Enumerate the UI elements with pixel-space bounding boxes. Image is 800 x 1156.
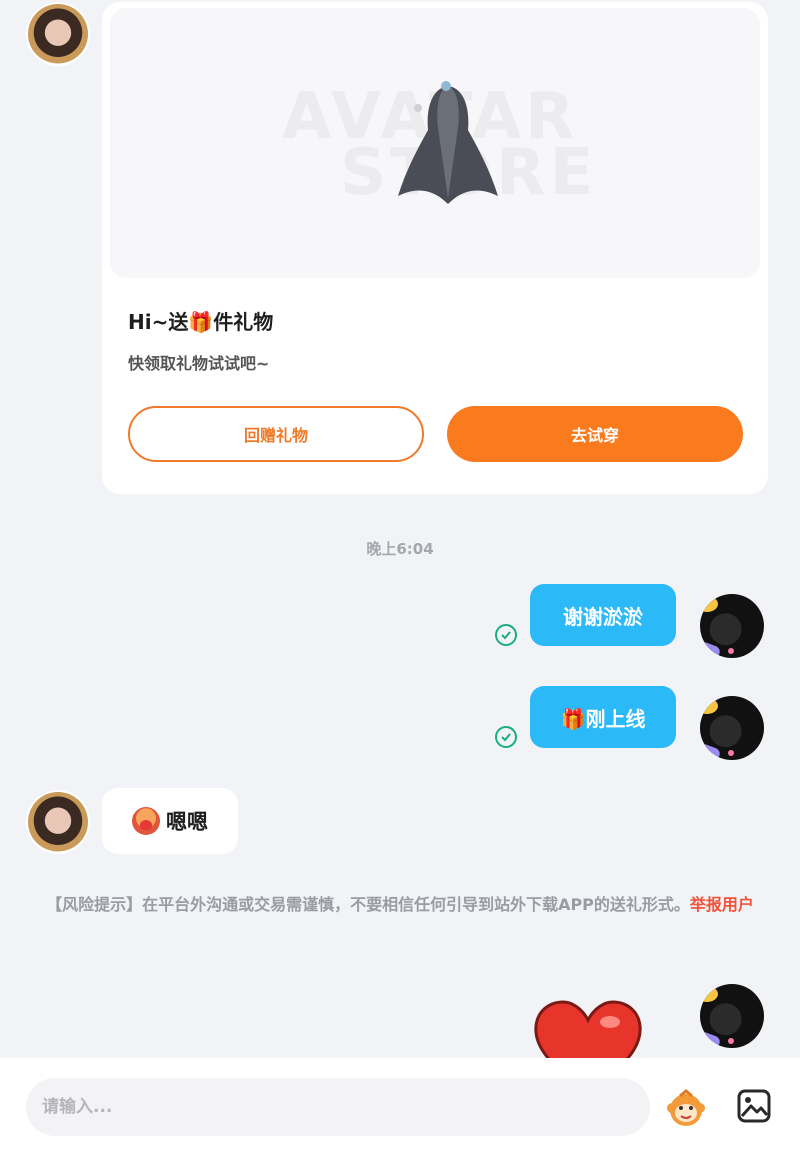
outgoing-message[interactable]: 谢谢淤淤 — [530, 584, 676, 646]
input-bar — [0, 1058, 800, 1156]
cloak-gift-image — [398, 81, 498, 204]
outgoing-message[interactable]: 🎁刚上线 — [530, 686, 676, 748]
report-user-link[interactable]: 举报用户 — [690, 895, 754, 914]
user-avatar[interactable] — [700, 696, 764, 760]
user-avatar[interactable] — [700, 594, 764, 658]
heart-sticker[interactable] — [530, 996, 646, 1066]
risk-notice: 【风险提示】在平台外沟通或交易需谨慎，不要相信任何引导到站外下载APP的送礼形式… — [40, 892, 760, 918]
check-circle-icon — [495, 624, 517, 646]
gift-subtitle: 快领取礼物试试吧~ — [128, 354, 270, 373]
gift-card: AVATAR STORE Hi~送🎁件礼物 快领取礼物试试吧~ 回赠礼物 去试穿 — [102, 2, 768, 494]
image-icon[interactable] — [736, 1088, 772, 1124]
time-divider: 晚上6:04 — [366, 540, 434, 558]
sticker-emoji-icon — [132, 807, 160, 835]
check-circle-icon — [495, 726, 517, 748]
incoming-message-text: 嗯嗯 — [166, 810, 208, 834]
gift-title: Hi~送🎁件礼物 — [128, 310, 274, 334]
gift-preview-image[interactable]: AVATAR STORE — [110, 8, 760, 278]
contact-avatar[interactable] — [26, 790, 90, 854]
return-gift-button[interactable]: 回赠礼物 — [128, 406, 424, 462]
contact-avatar[interactable] — [26, 2, 90, 66]
risk-notice-text: 【风险提示】在平台外沟通或交易需谨慎，不要相信任何引导到站外下载APP的送礼形式… — [46, 895, 690, 914]
message-input[interactable] — [26, 1078, 650, 1136]
user-avatar[interactable] — [700, 984, 764, 1048]
monkey-sticker-icon[interactable] — [666, 1088, 706, 1128]
try-on-button[interactable]: 去试穿 — [447, 406, 743, 462]
incoming-message[interactable]: 嗯嗯 — [102, 788, 238, 854]
